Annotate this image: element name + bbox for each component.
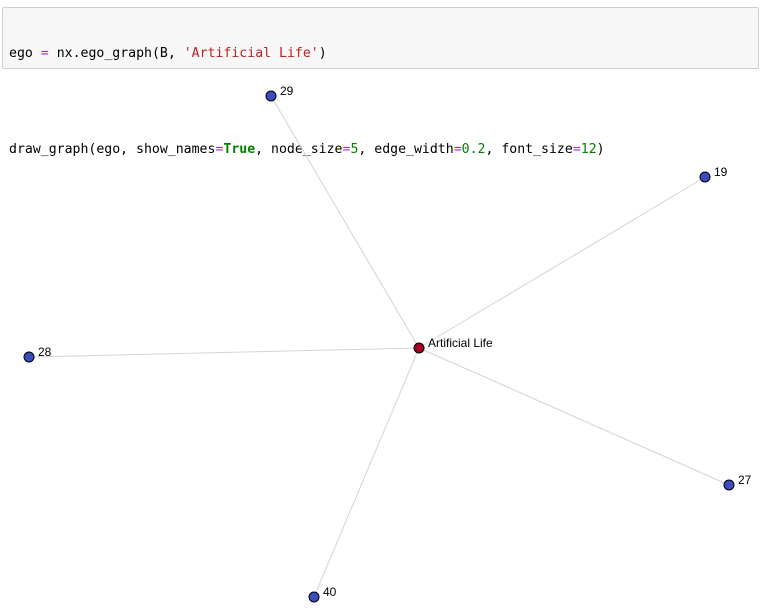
graph-output: 29 19 28 27 40 Artificial Life (0, 72, 761, 614)
graph-edge-29 (270, 95, 420, 349)
ego-graph: 29 19 28 27 40 Artificial Life (23, 84, 752, 603)
graph-node-40 (308, 591, 320, 603)
code-token: ) (318, 46, 327, 61)
code-cell[interactable]: ego = nx.ego_graph(B, 'Artificial Life')… (2, 7, 759, 157)
code-token-string: 'Artificial Life' (183, 46, 319, 61)
graph-edge-28 (28, 347, 420, 358)
graph-node-28 (23, 351, 35, 363)
edges-layer (28, 95, 730, 598)
code-token-operator: = (40, 46, 49, 61)
graph-node-29 (265, 90, 277, 102)
graph-node-label-28: 28 (38, 345, 52, 359)
graph-node-label-40: 40 (323, 585, 337, 599)
graph-node-label-29: 29 (280, 84, 294, 98)
graph-node-19 (699, 171, 711, 183)
code-token: ego (9, 46, 33, 61)
nodes-layer: 29 19 28 27 40 Artificial Life (23, 84, 752, 603)
graph-node-label-19: 19 (714, 165, 728, 179)
graph-node-center (413, 342, 425, 354)
graph-edge-40 (313, 347, 420, 598)
graph-node-label-center: Artificial Life (428, 336, 493, 350)
graph-edge-27 (418, 347, 730, 486)
graph-node-label-27: 27 (738, 473, 752, 487)
graph-node-27 (723, 479, 735, 491)
graph-edge-19 (418, 176, 706, 349)
code-line-1: ego = nx.ego_graph(B, 'Artificial Life') (9, 46, 752, 62)
code-token: nx.ego_graph(B, (56, 46, 184, 61)
